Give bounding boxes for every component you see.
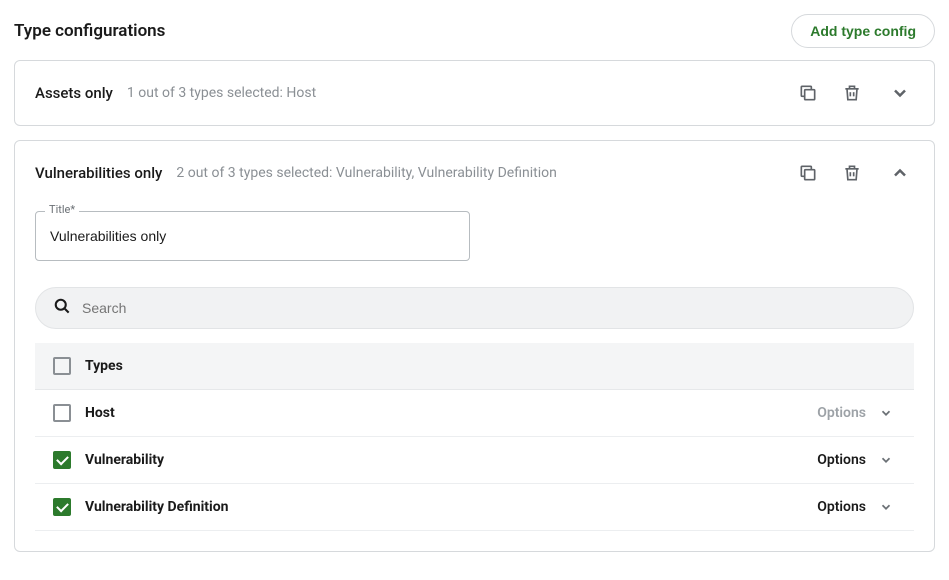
types-table: Types Host Options Vulnerability Options <box>35 343 914 531</box>
config-card-vulnerabilities: Vulnerabilities only 2 out of 3 types se… <box>14 140 935 552</box>
copy-icon[interactable] <box>790 155 826 191</box>
card-header: Assets only 1 out of 3 types selected: H… <box>15 61 934 125</box>
options-label[interactable]: Options <box>817 405 866 421</box>
type-name: Vulnerability Definition <box>85 499 817 515</box>
chevron-down-icon[interactable] <box>876 500 896 514</box>
options-label[interactable]: Options <box>817 499 866 515</box>
search-wrap[interactable] <box>35 287 914 329</box>
trash-icon[interactable] <box>834 75 870 111</box>
chevron-down-icon[interactable] <box>876 406 896 420</box>
select-all-checkbox[interactable] <box>53 357 71 375</box>
card-header: Vulnerabilities only 2 out of 3 types se… <box>15 141 934 205</box>
options-label[interactable]: Options <box>817 452 866 468</box>
chevron-up-icon[interactable] <box>878 155 914 191</box>
title-field-wrap: Title* <box>35 211 470 261</box>
row-checkbox[interactable] <box>53 451 71 469</box>
title-field-label: Title* <box>45 203 79 216</box>
title-input[interactable] <box>35 211 470 261</box>
config-title: Assets only <box>35 84 113 102</box>
type-name: Vulnerability <box>85 452 817 468</box>
config-title: Vulnerabilities only <box>35 164 162 182</box>
copy-icon[interactable] <box>790 75 826 111</box>
page-title: Type configurations <box>14 21 165 41</box>
config-subtitle: 2 out of 3 types selected: Vulnerability… <box>176 165 782 181</box>
type-name: Host <box>85 405 817 421</box>
types-table-header: Types <box>35 343 914 390</box>
table-row: Host Options <box>35 390 914 437</box>
table-row: Vulnerability Definition Options <box>35 484 914 531</box>
add-type-config-button[interactable]: Add type config <box>791 14 935 48</box>
chevron-down-icon[interactable] <box>876 453 896 467</box>
row-checkbox[interactable] <box>53 404 71 422</box>
search-icon <box>52 296 80 320</box>
trash-icon[interactable] <box>834 155 870 191</box>
chevron-down-icon[interactable] <box>878 75 914 111</box>
table-row: Vulnerability Options <box>35 437 914 484</box>
page-header: Type configurations Add type config <box>14 14 935 48</box>
config-subtitle: 1 out of 3 types selected: Host <box>127 85 782 101</box>
config-card-assets: Assets only 1 out of 3 types selected: H… <box>14 60 935 126</box>
card-body: Title* Types Host Options <box>15 211 934 551</box>
search-input[interactable] <box>80 299 897 317</box>
types-column-header: Types <box>85 358 123 374</box>
row-checkbox[interactable] <box>53 498 71 516</box>
